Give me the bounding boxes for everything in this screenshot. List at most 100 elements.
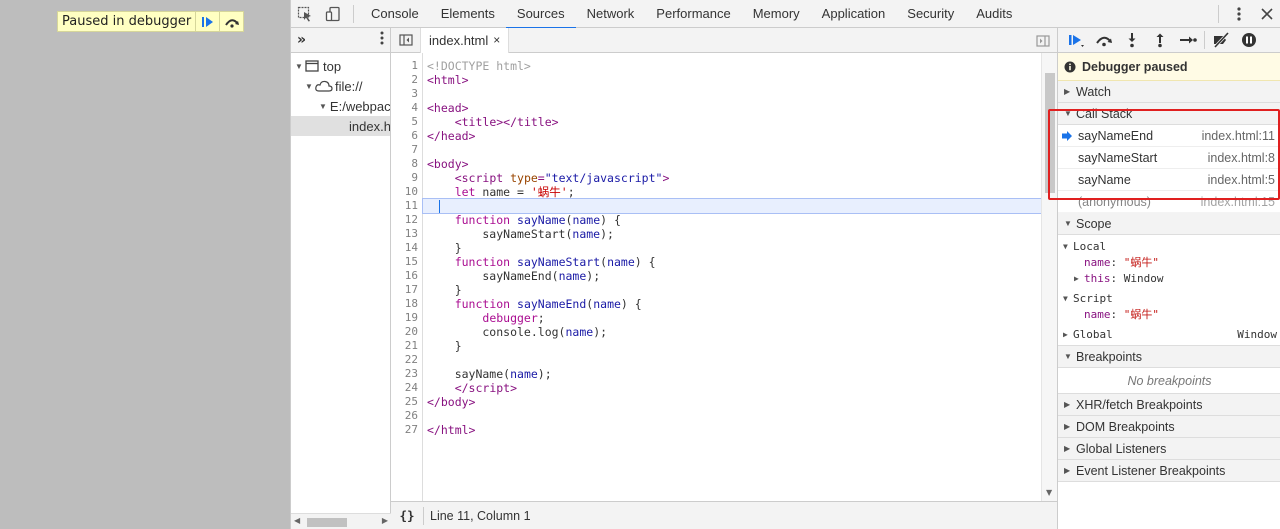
- code-line[interactable]: function sayName(name) {: [423, 213, 1041, 227]
- scroll-left-arrow-icon[interactable]: ◀: [294, 516, 300, 525]
- code-line[interactable]: let name = '蜗牛';: [423, 185, 1041, 199]
- code-line[interactable]: }: [423, 241, 1041, 255]
- line-number[interactable]: 13: [391, 227, 422, 241]
- code-line[interactable]: <body>: [423, 157, 1041, 171]
- toggle-debugger-sidebar-button[interactable]: [1029, 28, 1057, 53]
- line-number[interactable]: 15: [391, 255, 422, 269]
- line-number[interactable]: 9: [391, 171, 422, 185]
- tree-item-file[interactable]: index.html: [291, 116, 390, 136]
- line-number[interactable]: 11: [391, 199, 422, 213]
- line-number[interactable]: 26: [391, 409, 422, 423]
- step-out-button[interactable]: [1146, 28, 1174, 53]
- pause-on-exceptions-button[interactable]: [1235, 28, 1263, 53]
- scope-global[interactable]: ▶ Global Window: [1058, 326, 1280, 342]
- line-number[interactable]: 10: [391, 185, 422, 199]
- scroll-down-arrow-icon[interactable]: ▼: [1046, 488, 1052, 497]
- tree-item-folder[interactable]: ▼ E:/webpack: [291, 96, 390, 116]
- code-line[interactable]: function sayNameStart(name) {: [423, 255, 1041, 269]
- scroll-right-arrow-icon[interactable]: ▶: [382, 516, 388, 525]
- code-line[interactable]: sayName(name);: [423, 367, 1041, 381]
- line-number[interactable]: 12: [391, 213, 422, 227]
- scope-property[interactable]: name: "蜗牛": [1058, 254, 1280, 270]
- code-line[interactable]: [423, 409, 1041, 423]
- line-number[interactable]: 23: [391, 367, 422, 381]
- inspect-element-button[interactable]: [291, 0, 319, 28]
- tab-performance[interactable]: Performance: [645, 0, 741, 28]
- line-number[interactable]: 17: [391, 283, 422, 297]
- code-line[interactable]: debugger;: [423, 311, 1041, 325]
- line-number[interactable]: 14: [391, 241, 422, 255]
- code-line[interactable]: [423, 353, 1041, 367]
- code-line[interactable]: </body>: [423, 395, 1041, 409]
- line-number[interactable]: 5: [391, 115, 422, 129]
- overlay-step-over-button[interactable]: [219, 12, 243, 31]
- code-line[interactable]: </script>: [423, 381, 1041, 395]
- line-number[interactable]: 16: [391, 269, 422, 283]
- line-number[interactable]: 4: [391, 101, 422, 115]
- code-line[interactable]: sayNameEnd(name);: [423, 269, 1041, 283]
- close-devtools-button[interactable]: [1253, 0, 1280, 28]
- tab-memory[interactable]: Memory: [742, 0, 811, 28]
- line-number[interactable]: 21: [391, 339, 422, 353]
- code-view[interactable]: 1 2 3 4 5 6 7 8 9 10 11 12 13 14 15 16 1…: [391, 53, 1057, 501]
- line-number[interactable]: 20: [391, 325, 422, 339]
- code-line[interactable]: [423, 87, 1041, 101]
- section-header-xhr-breakpoints[interactable]: ▶ XHR/fetch Breakpoints: [1058, 394, 1280, 416]
- line-number[interactable]: 6: [391, 129, 422, 143]
- code-line[interactable]: </html>: [423, 423, 1041, 437]
- execution-line-highlight[interactable]: [422, 198, 1042, 214]
- tab-console[interactable]: Console: [360, 0, 430, 28]
- scope-property[interactable]: ▶ this: Window: [1058, 270, 1280, 286]
- tab-application[interactable]: Application: [811, 0, 897, 28]
- scope-script[interactable]: ▼ Script: [1058, 290, 1280, 306]
- step-button[interactable]: [1174, 28, 1202, 53]
- scope-property[interactable]: name: "蜗牛": [1058, 306, 1280, 322]
- deactivate-breakpoints-button[interactable]: [1207, 28, 1235, 53]
- line-number[interactable]: 2: [391, 73, 422, 87]
- line-number[interactable]: 7: [391, 143, 422, 157]
- customize-menu-button[interactable]: [1225, 0, 1253, 28]
- code-line[interactable]: }: [423, 339, 1041, 353]
- line-number[interactable]: 19: [391, 311, 422, 325]
- line-number[interactable]: 24: [391, 381, 422, 395]
- call-frame-row[interactable]: sayNameEnd index.html:11: [1058, 125, 1280, 147]
- section-header-scope[interactable]: ▼ Scope: [1058, 213, 1280, 235]
- code-line[interactable]: </head>: [423, 129, 1041, 143]
- section-header-call-stack[interactable]: ▼ Call Stack: [1058, 103, 1280, 125]
- call-frame-row[interactable]: sayName index.html:5: [1058, 169, 1280, 191]
- scope-local[interactable]: ▼ Local: [1058, 238, 1280, 254]
- device-toolbar-button[interactable]: [319, 0, 347, 28]
- line-number[interactable]: 3: [391, 87, 422, 101]
- line-number[interactable]: 1: [391, 59, 422, 73]
- code-line[interactable]: <head>: [423, 101, 1041, 115]
- navigator-horizontal-scrollbar[interactable]: ◀ ▶: [291, 513, 391, 529]
- tab-sources[interactable]: Sources: [505, 0, 576, 29]
- section-header-dom-breakpoints[interactable]: ▶ DOM Breakpoints: [1058, 416, 1280, 438]
- line-number[interactable]: 27: [391, 423, 422, 437]
- call-frame-row[interactable]: sayNameStart index.html:8: [1058, 147, 1280, 169]
- navigator-menu-icon[interactable]: [380, 31, 384, 49]
- toggle-navigator-button[interactable]: [391, 27, 421, 53]
- scrollbar-thumb[interactable]: [1045, 73, 1055, 193]
- code-line[interactable]: <script type="text/javascript">: [423, 171, 1041, 185]
- more-tabs-chevron-icon[interactable]: »: [297, 32, 306, 48]
- tab-audits[interactable]: Audits: [965, 0, 1023, 28]
- tab-elements[interactable]: Elements: [430, 0, 506, 28]
- tree-item-top[interactable]: ▼ top: [291, 56, 390, 76]
- overlay-resume-button[interactable]: [195, 12, 219, 31]
- tab-network[interactable]: Network: [576, 0, 646, 28]
- code-lines[interactable]: <!DOCTYPE html> <html> <head> <title></t…: [422, 53, 1042, 437]
- code-line[interactable]: <html>: [423, 73, 1041, 87]
- code-line[interactable]: console.log(name);: [423, 325, 1041, 339]
- scrollbar-thumb[interactable]: [307, 518, 347, 527]
- call-frame-location[interactable]: index.html:15: [1201, 195, 1275, 209]
- section-header-global-listeners[interactable]: ▶ Global Listeners: [1058, 438, 1280, 460]
- section-header-breakpoints[interactable]: ▼ Breakpoints: [1058, 346, 1280, 368]
- tab-security[interactable]: Security: [896, 0, 965, 28]
- section-header-event-listener-breakpoints[interactable]: ▶ Event Listener Breakpoints: [1058, 460, 1280, 482]
- line-number[interactable]: 22: [391, 353, 422, 367]
- editor-vertical-scrollbar[interactable]: ▼: [1041, 53, 1057, 501]
- section-header-watch[interactable]: ▶ Watch: [1058, 81, 1280, 103]
- line-number[interactable]: 8: [391, 157, 422, 171]
- line-number[interactable]: 25: [391, 395, 422, 409]
